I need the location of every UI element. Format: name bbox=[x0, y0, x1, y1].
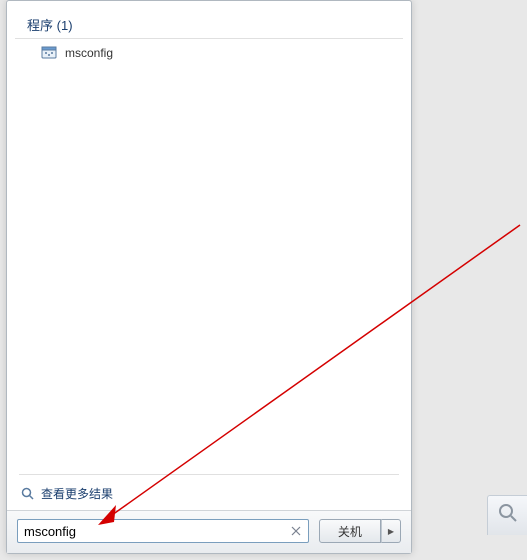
search-results-area: 程序 (1) msconfig bbox=[7, 1, 411, 472]
search-input[interactable] bbox=[24, 524, 289, 539]
shutdown-button[interactable]: 关机 bbox=[319, 519, 381, 543]
shutdown-label: 关机 bbox=[338, 523, 362, 540]
chevron-right-icon: ▶ bbox=[388, 527, 394, 536]
msconfig-icon bbox=[41, 45, 57, 61]
clear-search-button[interactable] bbox=[289, 523, 304, 539]
start-menu-search-panel: 程序 (1) msconfig 查看更多 bbox=[6, 0, 412, 554]
category-header-programs: 程序 (1) bbox=[15, 7, 403, 39]
start-menu-bottom-bar: 关机 ▶ bbox=[7, 510, 411, 553]
category-label: 程序 bbox=[27, 18, 53, 33]
see-more-results-link[interactable]: 查看更多结果 bbox=[7, 477, 411, 510]
magnifier-icon bbox=[497, 502, 519, 529]
search-icon bbox=[21, 487, 35, 501]
divider bbox=[19, 474, 399, 475]
shutdown-button-group: 关机 ▶ bbox=[319, 519, 401, 543]
external-toolbar-fragment bbox=[487, 495, 527, 535]
category-count: (1) bbox=[57, 18, 73, 33]
more-results-label: 查看更多结果 bbox=[41, 485, 113, 502]
result-item-label: msconfig bbox=[65, 46, 113, 60]
search-box[interactable] bbox=[17, 519, 309, 543]
result-item-msconfig[interactable]: msconfig bbox=[15, 41, 403, 65]
shutdown-options-button[interactable]: ▶ bbox=[381, 519, 401, 543]
